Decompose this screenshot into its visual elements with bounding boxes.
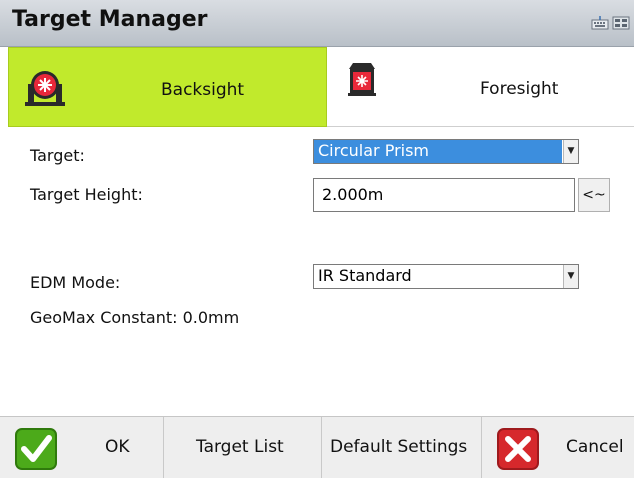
geomax-constant-text: GeoMax Constant: 0.0mm (30, 308, 240, 327)
status-icons (591, 15, 630, 31)
target-select-value: Circular Prism (314, 140, 562, 163)
tab-backsight[interactable]: Backsight (8, 47, 327, 127)
target-list-button[interactable]: Target List (164, 417, 322, 478)
edm-mode-label: EDM Mode: (30, 273, 121, 292)
cancel-button[interactable]: Cancel (482, 417, 634, 478)
chevron-down-icon[interactable]: ▼ (563, 265, 578, 288)
cancel-x-icon (497, 428, 539, 470)
prism-on-pole-icon (25, 71, 65, 106)
checkmark-icon (15, 428, 57, 470)
title-bar: Target Manager (0, 0, 634, 47)
window-title: Target Manager (12, 7, 208, 32)
tab-foresight-label: Foresight (480, 79, 559, 99)
target-height-input[interactable]: 2.000m (313, 178, 575, 212)
target-select[interactable]: Circular Prism ▼ (313, 139, 579, 164)
keyboard-icon[interactable] (591, 15, 609, 31)
ok-button[interactable]: OK (0, 417, 164, 478)
bottom-button-bar: OK Target List Default Settings Cancel (0, 416, 634, 478)
measure-height-button[interactable]: <~ (578, 178, 610, 212)
tab-backsight-label: Backsight (161, 80, 245, 100)
tab-bar: Backsight Foresight (0, 47, 634, 127)
cancel-button-label: Cancel (566, 437, 624, 457)
chevron-down-icon[interactable]: ▼ (563, 140, 578, 163)
edm-mode-select-value: IR Standard (318, 266, 412, 285)
target-list-button-label: Target List (196, 437, 284, 457)
battery-icon (612, 16, 630, 30)
tab-foresight[interactable]: Foresight (327, 47, 634, 127)
prism-target-icon (348, 63, 376, 96)
edm-mode-select[interactable]: IR Standard ▼ (313, 264, 579, 289)
default-settings-button[interactable]: Default Settings (322, 417, 482, 478)
default-settings-button-label: Default Settings (330, 437, 468, 457)
ok-button-label: OK (105, 437, 130, 457)
target-label: Target: (30, 146, 85, 165)
target-height-label: Target Height: (30, 185, 143, 204)
